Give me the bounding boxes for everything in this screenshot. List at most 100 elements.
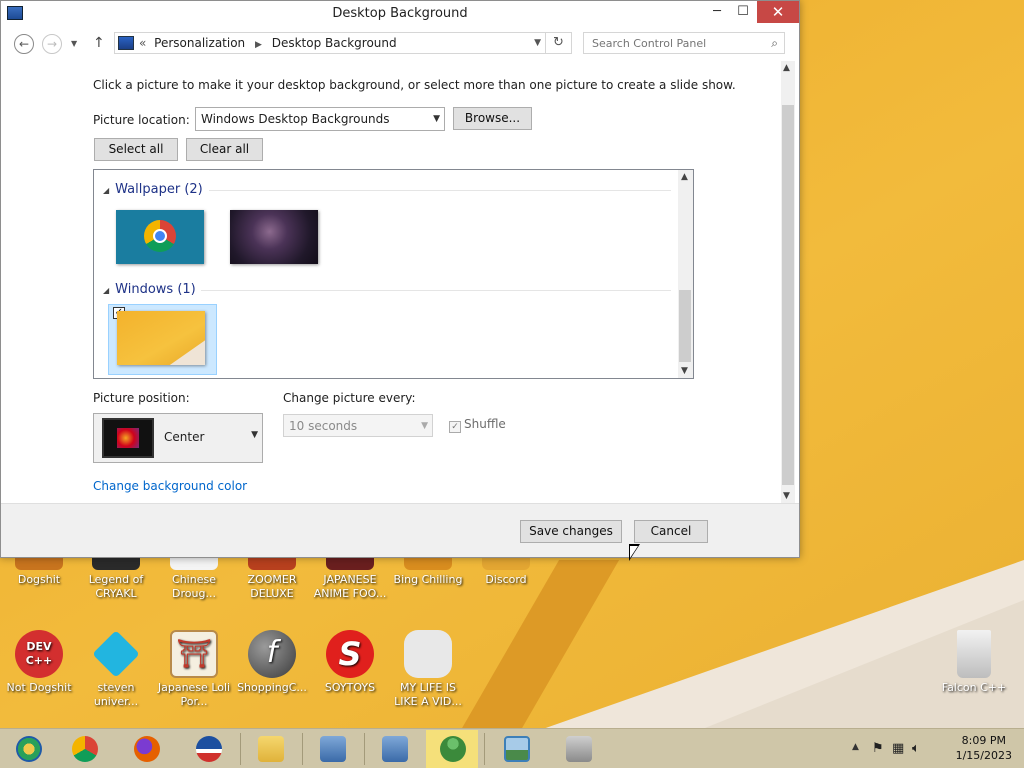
search-icon[interactable]: ⌕	[771, 36, 778, 51]
minimize-button[interactable]: ─	[703, 1, 731, 23]
up-button[interactable]: ↑	[93, 35, 105, 51]
tablet-icon	[566, 736, 592, 762]
checkmark-icon: ✓	[449, 421, 461, 433]
taskbar-tablet[interactable]	[552, 730, 604, 768]
taskbar-file-explorer[interactable]	[244, 730, 296, 768]
maximize-button[interactable]: ☐	[729, 1, 757, 23]
wallpaper-thumbnail-windows[interactable]	[117, 311, 205, 365]
taskbar-photo-viewer[interactable]	[490, 730, 542, 768]
wallpaper-thumbnail-nebula[interactable]	[230, 210, 318, 264]
forward-button[interactable]: →	[42, 34, 62, 54]
desktop-icon-steven-universe[interactable]: steven univer...	[77, 630, 155, 709]
taskbar-network-2[interactable]	[368, 730, 420, 768]
save-changes-button[interactable]: Save changes	[520, 520, 622, 543]
taskbar-separator	[302, 733, 303, 765]
desktop-icon-my-life[interactable]: MY LIFE IS LIKE A VID...	[389, 630, 467, 709]
desktop-icon-shopping[interactable]: f ShoppingC...	[233, 630, 311, 695]
taskbar-firefox[interactable]	[120, 730, 172, 768]
dialog-footer: Save changes Cancel	[1, 503, 799, 557]
chevron-down-icon: ▼	[71, 39, 78, 48]
picture-list: ◢ Wallpaper (2) ◢ Windows (1) ✓ ▲ ▼	[93, 169, 694, 379]
paper-fold-shape	[167, 339, 205, 365]
title-bar[interactable]: Desktop Background ─ ☐ ✕	[1, 1, 799, 27]
scrollbar-thumb[interactable]	[679, 290, 691, 362]
clock-time: 8:09 PM	[961, 734, 1006, 747]
shuffle-checkbox[interactable]: ✓ Shuffle	[449, 417, 506, 433]
breadcrumb: « Personalization ▶ Desktop Background	[139, 33, 397, 55]
picture-location-label: Picture location:	[93, 113, 190, 127]
breadcrumb-separator-icon[interactable]: ▶	[255, 40, 262, 50]
scroll-down-icon[interactable]: ▼	[783, 491, 790, 501]
mouse-cursor-icon	[629, 544, 640, 561]
browse-button[interactable]: Browse...	[453, 107, 532, 130]
flag-icon[interactable]: ⚑	[872, 741, 884, 756]
address-dropdown-button[interactable]: ▼	[534, 33, 541, 53]
group-header-windows[interactable]: ◢ Windows (1)	[103, 282, 196, 297]
scroll-up-icon[interactable]: ▲	[783, 63, 790, 73]
show-hidden-icons-button[interactable]: ▲	[852, 742, 859, 752]
content-pane: Click a picture to make it your desktop …	[1, 61, 799, 503]
network-icon	[382, 736, 408, 762]
group-header-wallpaper[interactable]: ◢ Wallpaper (2)	[103, 182, 203, 197]
instructions-text: Click a picture to make it your desktop …	[93, 78, 736, 92]
back-button[interactable]: ←	[14, 34, 34, 54]
select-all-button[interactable]: Select all	[94, 138, 178, 161]
diamond-icon	[92, 630, 140, 678]
refresh-icon: ↻	[553, 35, 564, 50]
desktop-icon-soytoys[interactable]: S SOYTOYS	[311, 630, 389, 695]
picture-position-select[interactable]: Center ▼	[93, 413, 263, 463]
picture-list-scrollbar[interactable]: ▲ ▼	[678, 170, 693, 378]
desktop-icon-not-dogshit[interactable]: DEV C++ Not Dogshit	[0, 630, 78, 695]
desktop-icon-japanese-loli[interactable]: ⛩ Japanese Loli Por...	[155, 630, 233, 709]
taskbar-start[interactable]	[2, 730, 54, 768]
chevron-down-icon: ▼	[534, 38, 541, 48]
desktop-icon-falcon-cpp[interactable]: Falcon C++	[935, 630, 1013, 695]
volume-icon[interactable]: 🔈︎	[912, 741, 920, 756]
clock-date: 1/15/2023	[955, 749, 1012, 762]
taskbar-users[interactable]	[426, 730, 478, 768]
taskbar-chrome[interactable]	[58, 730, 110, 768]
search-input[interactable]	[584, 33, 754, 53]
desktop-background-window: Desktop Background ─ ☐ ✕ ← → ▼ ↑ « Perso…	[0, 0, 800, 558]
taskbar-obama[interactable]	[182, 730, 234, 768]
network-status-icon[interactable]: ▦	[892, 741, 904, 756]
picture-location-value: Windows Desktop Backgrounds	[201, 112, 390, 126]
breadcrumb-item-desktop-background[interactable]: Desktop Background	[272, 36, 397, 50]
photo-viewer-icon	[504, 736, 530, 762]
content-scrollbar[interactable]: ▲ ▼	[781, 61, 795, 503]
breadcrumb-item-personalization[interactable]: Personalization	[154, 36, 245, 50]
group-label: Wallpaper (2)	[115, 182, 203, 197]
arrow-right-icon: →	[46, 37, 58, 51]
devcpp-icon: DEV C++	[15, 630, 63, 678]
taskbar-separator	[364, 733, 365, 765]
taskbar-network-1[interactable]	[306, 730, 358, 768]
close-button[interactable]: ✕	[757, 1, 799, 23]
clear-all-button[interactable]: Clear all	[186, 138, 263, 161]
wallpaper-thumbnail-chrome[interactable]	[116, 210, 204, 264]
cancel-button[interactable]: Cancel	[634, 520, 708, 543]
control-panel-icon	[118, 36, 134, 50]
address-bar[interactable]: « Personalization ▶ Desktop Background ▼	[114, 32, 546, 54]
scrollbar-thumb[interactable]	[782, 105, 794, 485]
change-background-color-link[interactable]: Change background color	[93, 479, 247, 493]
group-divider	[201, 290, 671, 291]
recycle-bin-icon	[957, 630, 991, 678]
scroll-up-icon[interactable]: ▲	[681, 172, 688, 182]
search-box[interactable]: ⌕	[583, 32, 785, 54]
change-picture-every-label: Change picture every:	[283, 391, 416, 405]
recent-locations-button[interactable]: ▼	[71, 39, 77, 48]
clock[interactable]: 8:09 PM 1/15/2023	[956, 733, 1012, 763]
file-explorer-icon	[258, 736, 284, 762]
breadcrumb-overflow[interactable]: «	[139, 36, 146, 50]
group-label: Windows (1)	[115, 282, 196, 297]
wallpaper-thumbnail-windows-selected[interactable]: ✓	[108, 304, 217, 375]
chevron-down-icon: ▼	[433, 114, 440, 124]
refresh-button[interactable]: ↻	[546, 32, 572, 54]
scroll-down-icon[interactable]: ▼	[681, 366, 688, 376]
shuffle-label: Shuffle	[464, 417, 506, 431]
change-interval-select[interactable]: 10 seconds ▼	[283, 414, 433, 437]
picture-location-select[interactable]: Windows Desktop Backgrounds ▼	[195, 107, 445, 131]
chevron-down-icon: ▼	[251, 430, 258, 440]
collapse-triangle-icon: ◢	[103, 186, 110, 195]
obama-icon	[196, 736, 222, 762]
